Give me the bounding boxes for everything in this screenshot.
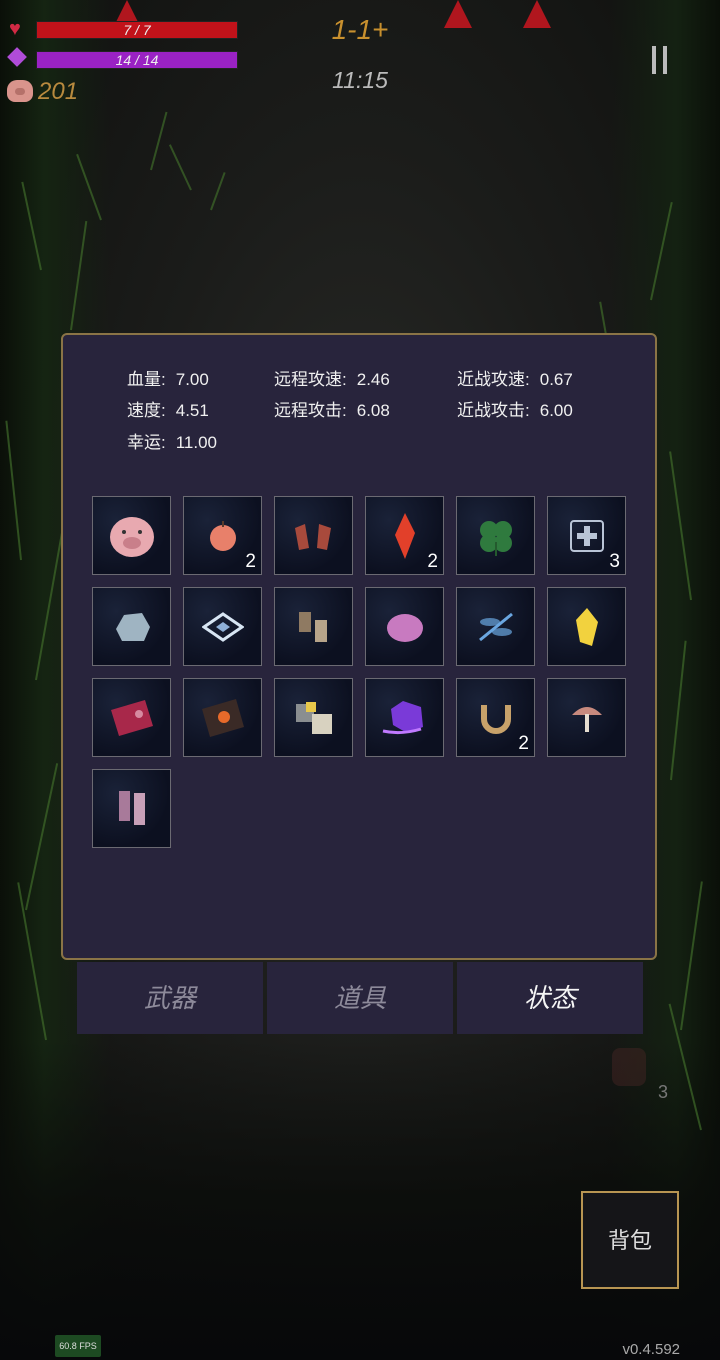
grass-blade bbox=[150, 111, 168, 171]
item-count: 3 bbox=[609, 551, 620, 572]
potion-icon bbox=[612, 1048, 646, 1086]
enemy-marker-icon bbox=[523, 0, 551, 28]
item-count: 2 bbox=[427, 551, 438, 572]
inventory-slot[interactable] bbox=[92, 496, 171, 575]
level-indicator: 1-1+ bbox=[331, 14, 389, 45]
stat-ranged-attack: 远程攻击: 6.08 bbox=[274, 401, 390, 420]
health-bar: 7 / 7 bbox=[36, 21, 238, 39]
mana-text: 14 / 14 bbox=[115, 52, 159, 68]
health-text: 7 / 7 bbox=[123, 22, 151, 38]
inventory-slot[interactable] bbox=[92, 587, 171, 666]
grass-blade bbox=[168, 144, 192, 191]
inventory-slot[interactable] bbox=[274, 678, 353, 757]
backpack-button[interactable]: 背包 bbox=[581, 1191, 679, 1289]
stat-melee-attack: 近战攻击: 6.00 bbox=[457, 401, 573, 420]
potion-slot[interactable] bbox=[600, 1030, 660, 1100]
inventory-slot[interactable]: 2 bbox=[365, 496, 444, 575]
pause-icon bbox=[652, 46, 656, 74]
inventory-slot[interactable] bbox=[183, 587, 262, 666]
inventory-slot[interactable]: 2 bbox=[183, 496, 262, 575]
stat-melee-speed: 近战攻速: 0.67 bbox=[457, 370, 573, 389]
inventory-slot[interactable] bbox=[456, 587, 535, 666]
inventory-slot[interactable] bbox=[547, 678, 626, 757]
mana-bar: 14 / 14 bbox=[36, 51, 238, 69]
inventory-slot[interactable] bbox=[274, 587, 353, 666]
status-panel: 血量: 7.00 速度: 4.51 幸运: 11.00 远程攻速: 2.46 远程攻击:… bbox=[61, 333, 657, 960]
stat-ranged-speed: 远程攻速: 2.46 bbox=[274, 370, 390, 389]
pig-coin-icon bbox=[7, 80, 33, 102]
stat-speed: 速度: 4.51 bbox=[127, 401, 209, 420]
stat-luck: 幸运: 11.00 bbox=[127, 433, 218, 452]
tab-weapons[interactable]: 武器 bbox=[77, 962, 263, 1034]
inventory-slot[interactable] bbox=[274, 496, 353, 575]
version-label: v0.4.592 bbox=[622, 1341, 680, 1358]
potion-count: 3 bbox=[658, 1082, 669, 1102]
fps-counter: 60.8 FPS bbox=[55, 1335, 101, 1357]
grass-blade bbox=[210, 172, 226, 211]
item-count: 2 bbox=[518, 733, 529, 754]
heart-icon: ♥ bbox=[9, 18, 21, 40]
inventory-slot[interactable] bbox=[92, 769, 171, 848]
tab-status[interactable]: 状态 bbox=[457, 962, 643, 1034]
inventory-slot[interactable]: 2 bbox=[456, 678, 535, 757]
inventory-slot[interactable] bbox=[92, 678, 171, 757]
inventory-slot[interactable] bbox=[456, 496, 535, 575]
game-timer: 11:15 bbox=[332, 67, 388, 93]
inventory-slot[interactable] bbox=[365, 678, 444, 757]
tab-items[interactable]: 道具 bbox=[267, 962, 453, 1034]
inventory-slot[interactable] bbox=[547, 587, 626, 666]
inventory-slot[interactable]: 3 bbox=[547, 496, 626, 575]
stat-hp: 血量: 7.00 bbox=[127, 370, 209, 389]
enemy-marker-icon bbox=[444, 0, 472, 28]
inventory-slot[interactable] bbox=[365, 587, 444, 666]
pause-button[interactable] bbox=[650, 46, 670, 74]
item-count: 2 bbox=[245, 551, 256, 572]
inventory-slot[interactable] bbox=[183, 678, 262, 757]
coin-count: 201 bbox=[38, 78, 79, 105]
